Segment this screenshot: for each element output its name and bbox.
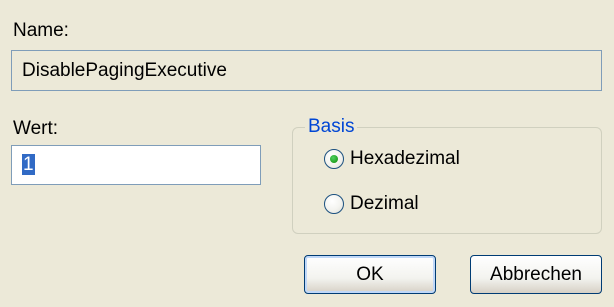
name-field: DisablePagingExecutive — [11, 50, 602, 91]
radio-decimal-label: Dezimal — [350, 193, 419, 214]
radio-checked-icon[interactable] — [324, 149, 344, 169]
radio-hexadecimal[interactable]: Hexadezimal — [324, 146, 460, 172]
value-input[interactable]: 1 — [11, 145, 261, 185]
radio-decimal[interactable]: Dezimal — [324, 191, 419, 217]
value-label: Wert: — [13, 118, 59, 139]
basis-legend: Basis — [305, 116, 358, 138]
name-label: Name: — [13, 20, 69, 41]
basis-groupbox — [292, 127, 602, 234]
radio-hexadecimal-label: Hexadezimal — [350, 148, 460, 169]
radio-unchecked-icon[interactable] — [324, 194, 344, 214]
value-input-text: 1 — [22, 154, 35, 175]
cancel-button[interactable]: Abbrechen — [470, 255, 602, 294]
ok-button[interactable]: OK — [304, 255, 436, 294]
